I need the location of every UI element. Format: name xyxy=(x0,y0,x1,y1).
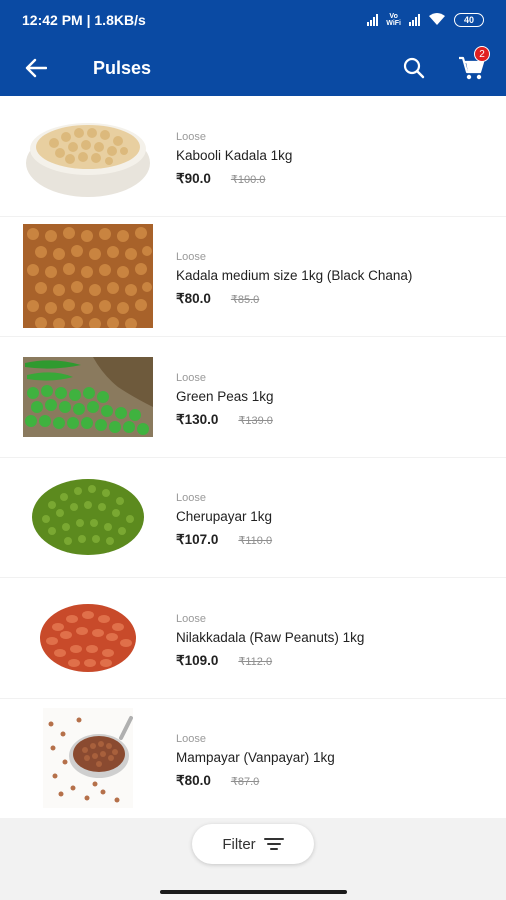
product-price: ₹80.0 xyxy=(176,291,211,307)
home-indicator[interactable] xyxy=(160,890,347,894)
bottom-bar: Filter xyxy=(0,818,506,900)
red-cowpea-icon xyxy=(43,708,133,809)
product-tag: Loose xyxy=(176,130,206,143)
product-mrp: ₹85.0 xyxy=(230,294,260,307)
wifi-icon xyxy=(428,12,446,29)
product-name: Nilakkadala (Raw Peanuts) 1kg xyxy=(176,629,365,645)
product-mrp: ₹139.0 xyxy=(238,414,273,427)
product-image xyxy=(0,698,176,818)
product-name: Green Peas 1kg xyxy=(176,388,274,404)
status-icons: Vo WiFi 40 xyxy=(367,12,484,29)
status-bar: 12:42 PM | 1.8KB/s Vo WiFi 40 xyxy=(0,0,506,40)
product-tag: Loose xyxy=(176,492,206,505)
green-peas-icon xyxy=(23,356,153,437)
product-name: Cherupayar 1kg xyxy=(176,509,273,525)
product-price: ₹109.0 xyxy=(176,652,219,668)
page-title: Pulses xyxy=(93,57,152,78)
product-list: Loose Kabooli Kadala 1kg ₹90.0 ₹100.0 Lo… xyxy=(0,96,506,819)
filter-label: Filter xyxy=(222,835,256,853)
search-button[interactable] xyxy=(390,40,438,96)
cart-button[interactable]: 2 xyxy=(448,40,496,96)
cart-count-badge: 2 xyxy=(474,46,490,62)
battery-icon: 40 xyxy=(454,13,484,27)
filter-icon xyxy=(263,838,284,850)
signal-icon-2 xyxy=(409,14,420,26)
product-item[interactable]: Loose Green Peas 1kg ₹130.0 ₹139.0 xyxy=(0,337,506,458)
product-mrp: ₹112.0 xyxy=(238,655,273,668)
product-tag: Loose xyxy=(176,612,206,625)
product-mrp: ₹100.0 xyxy=(230,173,266,186)
product-image xyxy=(0,216,176,336)
product-image xyxy=(0,578,176,698)
status-time: 12:42 PM | 1.8KB/s xyxy=(22,12,146,28)
product-mrp: ₹87.0 xyxy=(230,776,260,789)
filter-button[interactable]: Filter xyxy=(192,824,314,864)
product-item[interactable]: Loose Nilakkadala (Raw Peanuts) 1kg ₹109… xyxy=(0,578,506,699)
search-icon xyxy=(403,57,425,79)
product-mrp: ₹110.0 xyxy=(238,535,273,548)
green-gram-icon xyxy=(32,479,144,556)
product-item[interactable]: Loose Mampayar (Vanpayar) 1kg ₹80.0 ₹87.… xyxy=(0,698,506,819)
product-tag: Loose xyxy=(176,371,206,384)
product-price: ₹130.0 xyxy=(176,411,219,427)
product-image xyxy=(0,457,176,577)
product-image xyxy=(0,337,176,457)
chickpeas-bowl-icon xyxy=(26,122,150,197)
product-price: ₹107.0 xyxy=(176,532,219,548)
signal-icon xyxy=(367,14,379,26)
product-image xyxy=(0,96,176,216)
arrow-left-icon xyxy=(25,58,47,78)
black-chana-icon xyxy=(23,224,153,329)
vowifi-indicator: Vo WiFi xyxy=(386,13,401,27)
peanuts-icon xyxy=(40,603,136,672)
app-bar: Pulses 2 xyxy=(0,40,506,96)
product-name: Mampayar (Vanpayar) 1kg xyxy=(176,750,335,766)
product-item[interactable]: Loose Kabooli Kadala 1kg ₹90.0 ₹100.0 xyxy=(0,96,506,217)
product-item[interactable]: Loose Kadala medium size 1kg (Black Chan… xyxy=(0,216,506,337)
product-tag: Loose xyxy=(176,733,206,746)
product-tag: Loose xyxy=(176,251,206,264)
product-name: Kabooli Kadala 1kg xyxy=(176,147,293,163)
product-item[interactable]: Loose Cherupayar 1kg ₹107.0 ₹110.0 xyxy=(0,457,506,578)
product-price: ₹80.0 xyxy=(176,773,211,789)
back-button[interactable] xyxy=(0,40,72,96)
product-name: Kadala medium size 1kg (Black Chana) xyxy=(176,268,413,284)
product-price: ₹90.0 xyxy=(176,170,211,186)
